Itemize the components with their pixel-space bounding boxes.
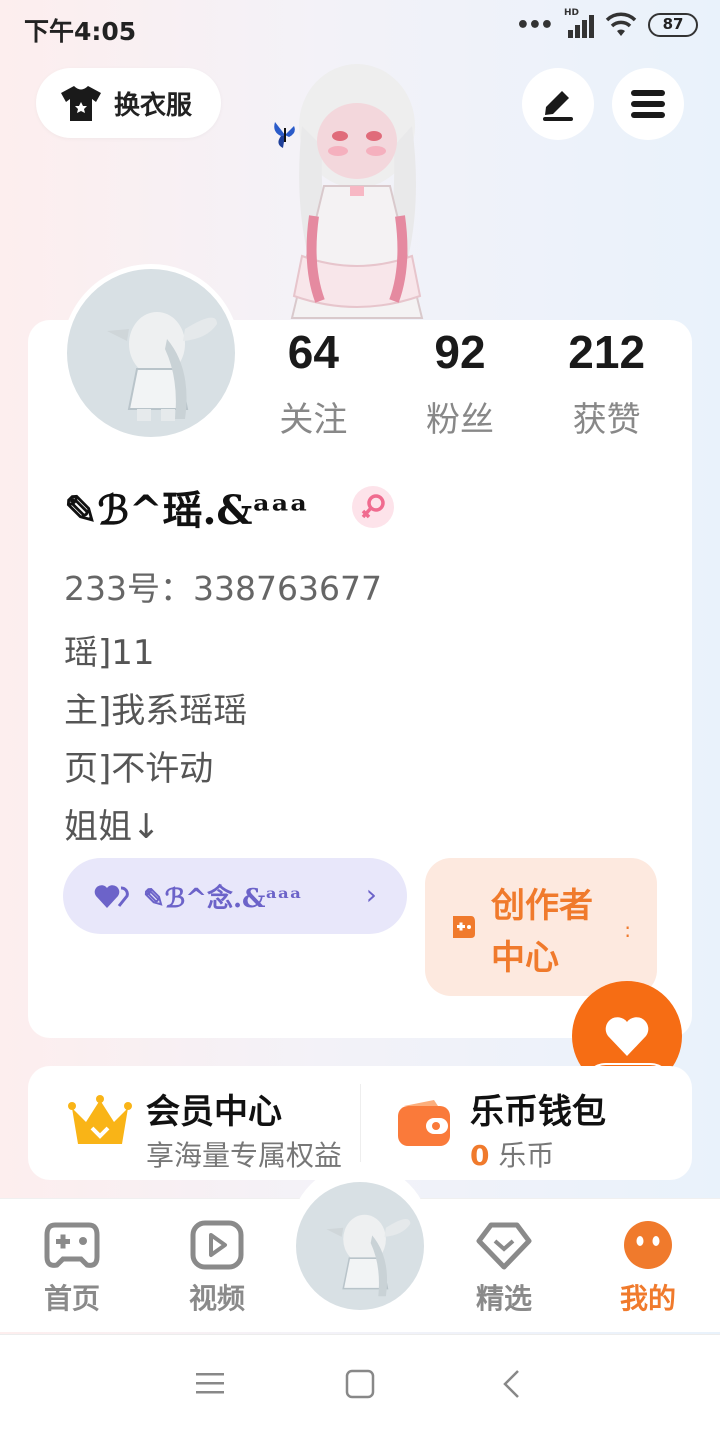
wallet-title[interactable]: 乐币钱包 <box>470 1084 606 1133</box>
creator-center-label-line1: 创作者 <box>491 886 593 926</box>
wallet-balance: 0 乐币 <box>470 1134 554 1174</box>
avatar-image <box>326 1214 411 1297</box>
profile-avatar[interactable] <box>62 264 240 442</box>
nav-center-avatar[interactable] <box>296 1182 424 1310</box>
recents-menu-icon[interactable] <box>196 1369 224 1397</box>
more-indicator: : <box>624 918 631 942</box>
battery-indicator: 87 <box>648 13 698 37</box>
nav-video[interactable]: 视频 <box>167 1219 267 1317</box>
likes-count: 212 <box>568 326 646 378</box>
bio-line: 页]不许动 <box>64 749 214 789</box>
nav-home[interactable]: 首页 <box>22 1219 122 1317</box>
status-time: 下午4:05 <box>24 17 137 46</box>
face-icon <box>624 1221 672 1269</box>
nav-home-label: 首页 <box>43 1282 100 1315</box>
crown-icon <box>68 1095 132 1144</box>
nav-video-label: 视频 <box>188 1282 245 1315</box>
wallet-amount: 0 <box>470 1139 490 1172</box>
play-icon <box>190 1220 244 1270</box>
nav-mine-label: 我的 <box>619 1282 676 1315</box>
gamepad-icon <box>44 1222 100 1268</box>
linked-user-pill[interactable]: ✎ℬ^念.&ᵃᵃᵃ › <box>63 858 407 934</box>
change-outfit-label: 换衣服 <box>114 90 193 121</box>
menu-button[interactable] <box>612 68 684 140</box>
services-card: 会员中心 享海量专属权益 乐币钱包 0 乐币 <box>28 1066 692 1180</box>
back-chevron-icon[interactable] <box>500 1369 522 1399</box>
system-navigation-bar <box>0 1334 720 1440</box>
network-type-label: HD <box>564 8 580 18</box>
following-count: 64 <box>287 326 339 378</box>
creator-gamepad-icon <box>453 916 475 938</box>
heart-icon <box>605 1017 649 1056</box>
wifi-icon <box>605 12 637 36</box>
wallet-unit: 乐币 <box>498 1139 555 1172</box>
heart-shield-icon <box>476 1222 532 1270</box>
status-icons: ••• HD 87 <box>515 8 698 38</box>
butterfly-icon <box>274 122 295 148</box>
vip-center-subtitle: 享海量专属权益 <box>146 1139 343 1172</box>
more-dots-icon: ••• <box>515 12 554 38</box>
pencil-icon <box>543 91 573 121</box>
linked-user-name: ✎ℬ^念.&ᵃᵃᵃ <box>143 883 302 914</box>
divider <box>360 1084 361 1162</box>
hamburger-menu-icon <box>631 90 665 118</box>
female-gender-icon <box>352 486 394 528</box>
following-label: 关注 <box>279 400 348 440</box>
change-outfit-button[interactable]: 换衣服 <box>36 68 221 138</box>
user-id: 233号：338763677 <box>64 569 382 608</box>
followers-count: 92 <box>434 326 486 378</box>
profile-stats: 64 关注 92 粉丝 212 获赞 <box>240 320 680 441</box>
chevron-right-icon: › <box>365 878 377 911</box>
bio-line: 姐姐↓ <box>64 807 161 847</box>
edit-profile-button[interactable] <box>522 68 594 140</box>
bio-line: 瑶]11 <box>64 633 155 673</box>
likes-stat[interactable]: 212 获赞 <box>533 320 680 441</box>
wallet-icon <box>398 1100 450 1146</box>
profile-nickname: ✎ℬ^瑶.&ᵃᵃᵃ <box>64 487 309 534</box>
creator-center-label-line2: 中心 <box>491 938 559 978</box>
likes-label: 获赞 <box>572 400 641 440</box>
following-stat[interactable]: 64 关注 <box>240 320 387 441</box>
profile-bio: 瑶]11 主]我系瑶瑶 页]不许动 姐姐↓ <box>64 624 247 856</box>
avatar-character-figure[interactable] <box>262 56 452 322</box>
avatar-image <box>107 312 217 421</box>
vip-center-title[interactable]: 会员中心 <box>146 1084 282 1133</box>
home-square-icon[interactable] <box>345 1369 375 1399</box>
couple-hearts-icon <box>94 885 129 908</box>
nav-featured-label: 精选 <box>475 1282 532 1315</box>
tshirt-icon <box>61 86 101 121</box>
followers-label: 粉丝 <box>426 400 494 440</box>
followers-stat[interactable]: 92 粉丝 <box>387 320 534 441</box>
creator-center-button[interactable]: 创作者 中心 : <box>425 858 657 996</box>
bio-line: 主]我系瑶瑶 <box>64 691 248 731</box>
nav-featured[interactable]: 精选 <box>454 1219 554 1317</box>
nav-mine[interactable]: 我的 <box>598 1219 698 1317</box>
status-bar: 下午4:05 ••• HD 87 <box>0 0 720 56</box>
signal-icon: HD <box>562 8 594 38</box>
